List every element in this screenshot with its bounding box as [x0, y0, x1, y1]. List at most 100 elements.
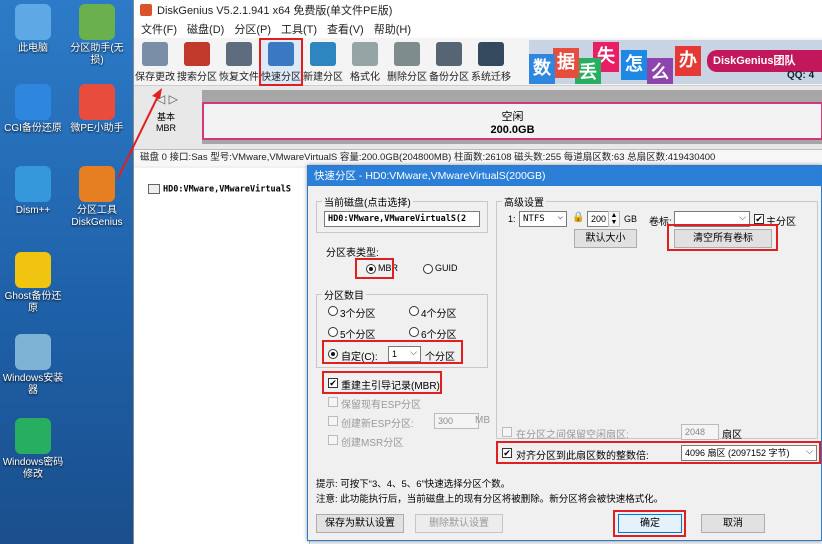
disk-nav-arrows[interactable]: ◁ ▷: [156, 92, 178, 106]
restore-icon: [226, 42, 252, 66]
size-unit-label: GB: [624, 214, 638, 224]
ok-button[interactable]: 确定: [618, 514, 682, 533]
banner-char: 数: [529, 54, 555, 84]
toolbar-button[interactable]: 删除分区: [386, 39, 428, 85]
desktop-app-icon: [15, 418, 51, 454]
five-partitions-radio[interactable]: [328, 327, 338, 337]
desktop-icon[interactable]: 分区工具DiskGenius: [64, 166, 130, 229]
delete-default-button[interactable]: 删除默认设置: [415, 514, 503, 533]
menu-item[interactable]: 文件(F): [136, 21, 182, 37]
desktop-icon[interactable]: Dism++: [0, 166, 66, 217]
lock-icon[interactable]: 🔒: [572, 212, 584, 223]
banner-char: 怎: [621, 50, 647, 80]
six-partitions-label: 6个分区: [421, 330, 457, 341]
save-default-button[interactable]: 保存为默认设置: [316, 514, 404, 533]
desktop-icon[interactable]: 分区助手(无损): [64, 4, 130, 67]
align-select[interactable]: 4096 扇区 (2097152 字节): [681, 445, 817, 461]
desktop: 此电脑 分区助手(无损) CGI备份还原 微PE小助手 Dism++ 分区工具DiskGe…: [0, 0, 133, 544]
menu-item[interactable]: 帮助(H): [369, 21, 416, 37]
default-size-button[interactable]: 默认大小: [574, 229, 637, 248]
advanced-settings-label: 高级设置: [502, 194, 546, 209]
free-space-bar[interactable]: 空闲 200.0GB: [202, 90, 822, 144]
create-msr-checkbox[interactable]: [328, 435, 338, 445]
banner-char: 据: [553, 48, 579, 78]
size-spinner[interactable]: ▲ ▼: [608, 211, 620, 227]
create-esp-label: 创建新ESP分区:: [341, 419, 414, 430]
toolbar-button[interactable]: 新建分区: [302, 39, 344, 85]
tree-node-disk[interactable]: HD0:VMware,VMwareVirtualS: [148, 184, 291, 195]
six-partitions-radio[interactable]: [409, 327, 419, 337]
toolbar-button[interactable]: 备份分区: [428, 39, 470, 85]
desktop-icon[interactable]: 微PE小助手: [64, 84, 130, 135]
backup-icon: [436, 42, 462, 66]
menu-item[interactable]: 查看(V): [322, 21, 369, 37]
disk-map: ◁ ▷ 基本 MBR 空闲 200.0GB: [134, 86, 822, 150]
create-esp-checkbox[interactable]: [328, 416, 338, 426]
desktop-icon[interactable]: 此电脑: [0, 4, 66, 55]
free-label: 空闲: [501, 111, 524, 123]
toolbar-button[interactable]: 快速分区: [259, 38, 303, 86]
rebuild-mbr-label: 重建主引导记录(MBR): [341, 381, 440, 392]
banner-char: 办: [675, 46, 701, 76]
menu-item[interactable]: 分区(P): [229, 21, 276, 37]
three-partitions-radio[interactable]: [328, 306, 338, 316]
desktop-app-icon: [79, 4, 115, 40]
desktop-app-icon: [15, 334, 51, 370]
keep-esp-checkbox[interactable]: [328, 397, 338, 407]
partition-table-label: 分区表类型:: [326, 248, 379, 259]
disk-icon: [148, 184, 160, 194]
desktop-app-icon: [15, 4, 51, 40]
clear-labels-button[interactable]: 清空所有卷标: [674, 229, 772, 248]
keep-free-input[interactable]: 2048: [681, 424, 719, 440]
keep-free-checkbox[interactable]: [502, 427, 512, 437]
new-partition-icon: [310, 42, 336, 66]
mbr-radio[interactable]: [366, 264, 376, 274]
volume-label-input[interactable]: [674, 211, 750, 227]
three-partitions-label: 3个分区: [340, 309, 376, 320]
menu-item[interactable]: 磁盘(D): [182, 21, 229, 37]
keep-free-label: 在分区之间保留空闲扇区:: [516, 430, 629, 441]
toolbar-button[interactable]: 恢复文件: [218, 39, 260, 85]
tree-node-label: HD0:VMware,VMwareVirtualS: [163, 184, 291, 195]
four-partitions-label: 4个分区: [421, 309, 457, 320]
toolbar-button[interactable]: 系统迁移: [470, 39, 512, 85]
custom-count-select[interactable]: 1: [388, 346, 421, 362]
toolbar-button[interactable]: 格式化: [344, 39, 386, 85]
menu-item[interactable]: 工具(T): [276, 21, 322, 37]
four-partitions-radio[interactable]: [409, 306, 419, 316]
current-disk-select[interactable]: HD0:VMware,VMwareVirtualS(2: [324, 211, 480, 227]
desktop-icon[interactable]: Windows安装器: [0, 334, 66, 397]
desktop-icon-label: 分区助手(无损): [70, 43, 124, 66]
align-checkbox[interactable]: ✔: [502, 448, 512, 458]
toolbar-button[interactable]: 保存更改: [134, 39, 176, 85]
primary-checkbox[interactable]: ✔: [754, 214, 764, 224]
desktop-icon[interactable]: CGI备份还原: [0, 84, 66, 135]
desktop-icon[interactable]: Ghost备份还原: [0, 252, 66, 315]
rebuild-mbr-checkbox[interactable]: ✔: [328, 378, 338, 388]
quick-partition-dialog: 快速分区 - HD0:VMware,VMwareVirtualS(200GB) …: [307, 165, 822, 541]
disk-info-line: 磁盘 0 接口:Sas 型号:VMware,VMwareVirtualS 容量:…: [134, 150, 822, 166]
desktop-app-icon: [15, 84, 51, 120]
keep-free-unit: 扇区: [722, 430, 742, 441]
toolbar-button-label: 保存更改: [135, 72, 175, 83]
guid-radio[interactable]: [423, 264, 433, 274]
desktop-icon[interactable]: Windows密码修改: [0, 418, 66, 481]
desktop-app-icon: [79, 166, 115, 202]
ad-banner[interactable]: 办么怎失丢据数 DiskGenius团队 QQ: 4: [529, 40, 822, 84]
search-icon: [184, 42, 210, 66]
migrate-icon: [478, 42, 504, 66]
esp-size-input[interactable]: 300: [434, 413, 479, 429]
toolbar-button-label: 恢复文件: [219, 72, 259, 83]
disk-type-label: 基本 MBR: [154, 112, 178, 134]
toolbar-button[interactable]: 搜索分区: [176, 39, 218, 85]
cancel-button[interactable]: 取消: [701, 514, 765, 533]
note-text: 注意: 此功能执行后，当前磁盘上的现有分区将被删除。新分区将会被快速格式化。: [316, 494, 664, 505]
banner-qq: QQ: 4: [787, 70, 815, 81]
free-space-block[interactable]: 空闲 200.0GB: [202, 102, 822, 140]
toolbar-button-label: 删除分区: [387, 72, 427, 83]
partition-count-label: 分区数目: [322, 287, 366, 302]
custom-partitions-radio[interactable]: [328, 349, 338, 359]
guid-radio-label: GUID: [435, 263, 458, 273]
dialog-title: 快速分区 - HD0:VMware,VMwareVirtualS(200GB): [308, 166, 821, 186]
filesystem-select[interactable]: NTFS: [519, 211, 567, 227]
